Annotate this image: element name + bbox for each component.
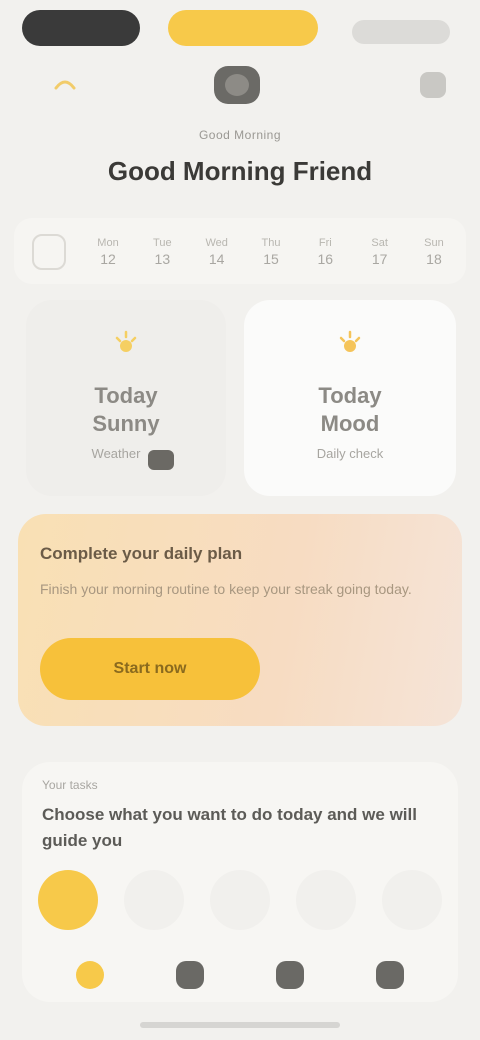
page-title: Good Morning Friend: [107, 156, 373, 186]
weather-card[interactable]: Today Sunny Weather: [26, 300, 226, 496]
quick-action-button[interactable]: [124, 870, 184, 930]
mood-value: Today Mood: [318, 383, 382, 436]
tasks-subtitle: Your tasks: [42, 778, 98, 792]
tasks-title: Choose what you want to do today and we …: [42, 805, 417, 850]
quick-action-button[interactable]: [210, 870, 270, 930]
tab-profile[interactable]: [364, 949, 416, 1001]
mood-card[interactable]: Today Mood Daily check: [244, 300, 456, 496]
status-pill-light[interactable]: [352, 20, 450, 44]
day-list: Mon 12 Tue 13 Wed 14 Thu 15 Fri 16 Sat 17 Sun 1…: [86, 218, 456, 284]
explore-icon: [176, 961, 204, 989]
day-item[interactable]: Tue 13: [140, 235, 184, 267]
avatar[interactable]: [214, 66, 260, 104]
date-strip: Mon 12 Tue 13 Wed 14 Thu 15 Fri 16 Sat 17 Sun 1…: [14, 218, 466, 284]
mood-label: Daily check: [316, 446, 384, 461]
promo-start-button[interactable]: Start now: [40, 638, 260, 700]
day-item[interactable]: Thu 15: [249, 235, 293, 267]
promo-title: Complete your daily plan: [40, 544, 243, 563]
tab-home[interactable]: [64, 949, 116, 1001]
menu-icon[interactable]: [420, 72, 446, 98]
promo-text: Finish your morning routine to keep your…: [40, 581, 412, 597]
calendar-icon[interactable]: [32, 234, 66, 270]
promo-banner: Complete your daily plan Finish your mor…: [18, 514, 462, 726]
day-item[interactable]: Wed 14: [195, 235, 239, 267]
home-indicator: [140, 1022, 340, 1028]
greeting-subtitle: Good Morning: [198, 128, 282, 142]
weather-label: Weather: [91, 446, 141, 461]
quick-action-button[interactable]: [382, 870, 442, 930]
top-status-pills: [0, 10, 480, 48]
weather-badge-icon: [148, 450, 174, 470]
header-icon-row: [0, 62, 480, 106]
quick-action-button[interactable]: [296, 870, 356, 930]
day-item[interactable]: Mon 12: [86, 235, 130, 267]
profile-icon: [376, 961, 404, 989]
quick-action-button[interactable]: [38, 870, 98, 930]
day-item[interactable]: Sat 17: [358, 235, 402, 267]
quick-actions: [38, 870, 442, 930]
day-item[interactable]: Fri 16: [303, 235, 347, 267]
sun-icon: [115, 330, 137, 352]
day-item[interactable]: Sun 18: [412, 235, 456, 267]
home-icon: [76, 961, 104, 989]
status-pill-dark[interactable]: [22, 10, 140, 46]
tab-explore[interactable]: [164, 949, 216, 1001]
tab-activity[interactable]: [264, 949, 316, 1001]
bottom-tab-bar: [0, 940, 480, 1010]
activity-icon: [276, 961, 304, 989]
sun-icon: [54, 80, 76, 90]
weather-value: Today Sunny: [92, 383, 160, 436]
status-pill-accent[interactable]: [168, 10, 318, 46]
sun-icon: [339, 330, 361, 352]
